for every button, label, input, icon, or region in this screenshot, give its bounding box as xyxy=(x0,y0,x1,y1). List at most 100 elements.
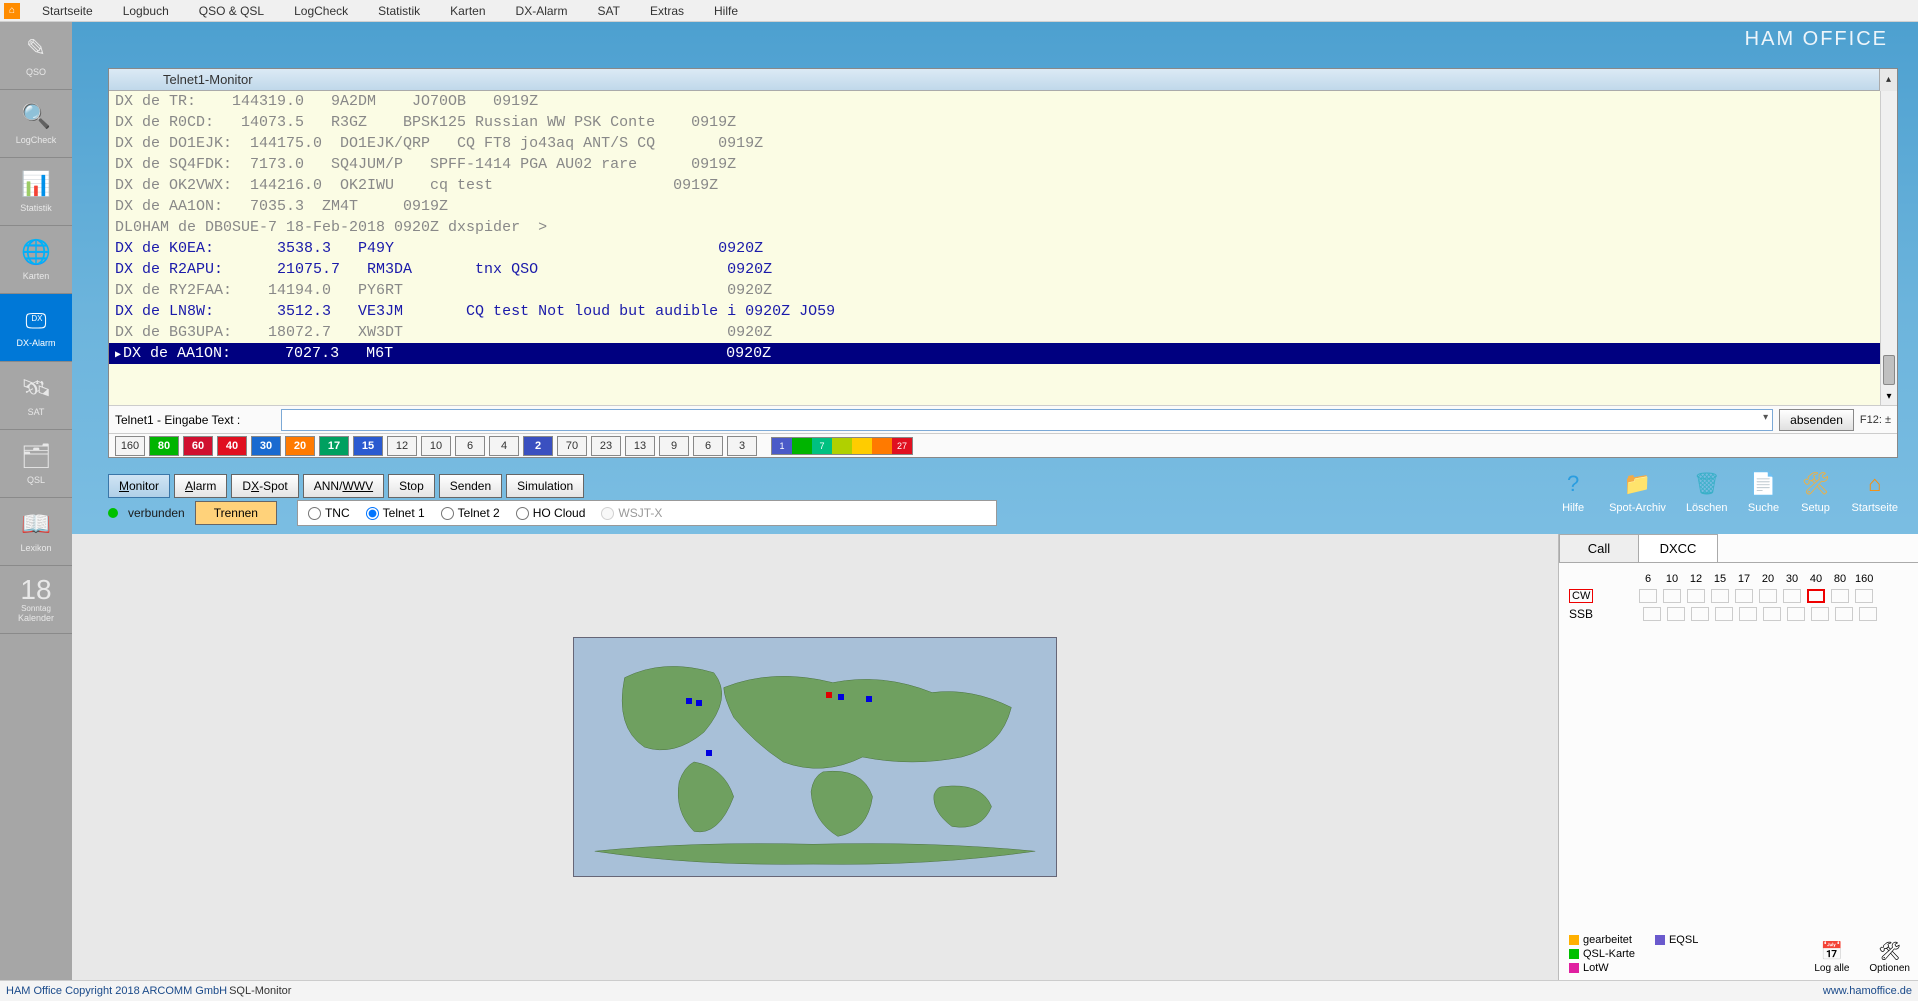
sidebar-item-statistik[interactable]: 📊 Statistik xyxy=(0,158,72,226)
band-button-13[interactable]: 13 xyxy=(625,436,655,456)
spotarchiv-action[interactable]: 📁Spot-Archiv xyxy=(1609,468,1666,514)
band-button-160[interactable]: 160 xyxy=(115,436,145,456)
band-button-10[interactable]: 10 xyxy=(421,436,451,456)
home-icon[interactable]: ⌂ xyxy=(4,3,20,19)
menu-logbuch[interactable]: Logbuch xyxy=(109,1,183,21)
band-button-30[interactable]: 30 xyxy=(251,436,281,456)
startseite-action[interactable]: ⌂Startseite xyxy=(1852,468,1898,514)
setup-action[interactable]: 🛠Setup xyxy=(1800,468,1832,514)
sidebar-item-dxalarm[interactable]: 🖵DX DX-Alarm xyxy=(0,294,72,362)
footer-url[interactable]: www.hamoffice.de xyxy=(1823,985,1912,997)
band-cell[interactable] xyxy=(1831,589,1849,603)
menu-extras[interactable]: Extras xyxy=(636,1,698,21)
band-button-80[interactable]: 80 xyxy=(149,436,179,456)
telnet-line[interactable]: DX de BG3UPA: 18072.7 XW3DT 0920Z xyxy=(109,322,1897,343)
menu-qso-qsl[interactable]: QSO & QSL xyxy=(185,1,278,21)
telnet-line[interactable]: DX de K0EA: 3538.3 P49Y 0920Z xyxy=(109,238,1897,259)
radio-telnet1[interactable]: Telnet 1 xyxy=(366,506,425,520)
world-map[interactable] xyxy=(573,637,1057,877)
monitor-button[interactable]: Monitor xyxy=(108,474,170,498)
telnet-line[interactable]: DX de AA1ON: 7027.3 M6T 0920Z xyxy=(109,343,1897,364)
band-cell[interactable] xyxy=(1835,607,1853,621)
dxspot-button[interactable]: DX-Spot xyxy=(231,474,298,498)
scrollbar-thumb[interactable] xyxy=(1883,355,1895,385)
menu-statistik[interactable]: Statistik xyxy=(364,1,434,21)
senden-button[interactable]: Senden xyxy=(439,474,502,498)
disconnect-button[interactable]: Trennen xyxy=(195,501,277,525)
sidebar-item-lexikon[interactable]: 📖 Lexikon xyxy=(0,498,72,566)
band-cell[interactable] xyxy=(1807,589,1825,603)
band-cell[interactable] xyxy=(1667,607,1685,621)
sidebar-item-sat[interactable]: 🛰 SAT xyxy=(0,362,72,430)
telnet-line[interactable]: DX de OK2VWX: 144216.0 OK2IWU cq test 09… xyxy=(109,175,1897,196)
band-button-23[interactable]: 23 xyxy=(591,436,621,456)
alarm-button[interactable]: Alarm xyxy=(174,474,227,498)
sidebar-item-qsl[interactable]: 🗂 QSL xyxy=(0,430,72,498)
band-cell[interactable] xyxy=(1715,607,1733,621)
radio-tnc[interactable]: TNC xyxy=(308,506,350,520)
scroll-up-icon[interactable]: ▴ xyxy=(1879,69,1897,91)
band-cell[interactable] xyxy=(1759,589,1777,603)
band-cell[interactable] xyxy=(1739,607,1757,621)
band-button-60[interactable]: 60 xyxy=(183,436,213,456)
telnet-line[interactable]: DX de SQ4FDK: 7173.0 SQ4JUM/P SPFF-1414 … xyxy=(109,154,1897,175)
tab-call[interactable]: Call xyxy=(1559,534,1639,562)
telnet-line[interactable]: DX de LN8W: 3512.3 VE3JM CQ test Not lou… xyxy=(109,301,1897,322)
band-button-15[interactable]: 15 xyxy=(353,436,383,456)
band-cell[interactable] xyxy=(1855,589,1873,603)
band-button-12[interactable]: 12 xyxy=(387,436,417,456)
band-button-9[interactable]: 9 xyxy=(659,436,689,456)
suche-action[interactable]: 📄Suche xyxy=(1748,468,1780,514)
tab-dxcc[interactable]: DXCC xyxy=(1638,534,1718,562)
band-button-6[interactable]: 6 xyxy=(693,436,723,456)
menu-dxalarm[interactable]: DX-Alarm xyxy=(502,1,582,21)
menu-karten[interactable]: Karten xyxy=(436,1,499,21)
band-button-17[interactable]: 17 xyxy=(319,436,349,456)
band-cell[interactable] xyxy=(1687,589,1705,603)
menu-sat[interactable]: SAT xyxy=(584,1,634,21)
optionen-button[interactable]: 🛠 Optionen xyxy=(1869,939,1910,974)
scrollbar[interactable]: ▾ xyxy=(1880,91,1897,405)
menu-logcheck[interactable]: LogCheck xyxy=(280,1,362,21)
stop-button[interactable]: Stop xyxy=(388,474,435,498)
radio-telnet2[interactable]: Telnet 2 xyxy=(441,506,500,520)
annwwv-button[interactable]: ANN/WWV xyxy=(303,474,384,498)
telnet-line[interactable]: DX de TR: 144319.0 9A2DM JO70OB 0919Z xyxy=(109,91,1897,112)
telnet-input-combo[interactable] xyxy=(281,409,1773,431)
sidebar-item-kalender[interactable]: 18 Sonntag Kalender xyxy=(0,566,72,634)
telnet-line[interactable]: DX de DO1EJK: 144175.0 DO1EJK/QRP CQ FT8… xyxy=(109,133,1897,154)
menu-hilfe[interactable]: Hilfe xyxy=(700,1,752,21)
band-button-40[interactable]: 40 xyxy=(217,436,247,456)
sidebar-item-karten[interactable]: 🌐 Karten xyxy=(0,226,72,294)
scroll-down-icon[interactable]: ▾ xyxy=(1881,388,1897,405)
band-button-20[interactable]: 20 xyxy=(285,436,315,456)
band-cell[interactable] xyxy=(1787,607,1805,621)
sidebar-item-logcheck[interactable]: 🔍 LogCheck xyxy=(0,90,72,158)
band-cell[interactable] xyxy=(1735,589,1753,603)
band-cell[interactable] xyxy=(1691,607,1709,621)
log-alle-button[interactable]: 📅 Log alle xyxy=(1814,939,1849,974)
band-cell[interactable] xyxy=(1763,607,1781,621)
band-button-6[interactable]: 6 xyxy=(455,436,485,456)
sidebar-item-qso[interactable]: ✎ QSO xyxy=(0,22,72,90)
telnet-line[interactable]: DL0HAM de DB0SUE-7 18-Feb-2018 0920Z dxs… xyxy=(109,217,1897,238)
band-cell[interactable] xyxy=(1859,607,1877,621)
lschen-action[interactable]: 🗑Löschen xyxy=(1686,468,1728,514)
band-cell[interactable] xyxy=(1663,589,1681,603)
band-button-3[interactable]: 3 xyxy=(727,436,757,456)
band-cell[interactable] xyxy=(1711,589,1729,603)
hilfe-action[interactable]: ?Hilfe xyxy=(1557,468,1589,514)
band-button-70[interactable]: 70 xyxy=(557,436,587,456)
simulation-button[interactable]: Simulation xyxy=(506,474,584,498)
band-cell[interactable] xyxy=(1811,607,1829,621)
telnet-line[interactable]: DX de RY2FAA: 14194.0 PY6RT 0920Z xyxy=(109,280,1897,301)
telnet-line[interactable]: DX de R0CD: 14073.5 R3GZ BPSK125 Russian… xyxy=(109,112,1897,133)
telnet-line[interactable]: DX de R2APU: 21075.7 RM3DA tnx QSO 0920Z xyxy=(109,259,1897,280)
telnet-body[interactable]: DX de TR: 144319.0 9A2DM JO70OB 0919ZDX … xyxy=(109,91,1897,405)
send-button[interactable]: absenden xyxy=(1779,409,1854,431)
band-cell[interactable] xyxy=(1643,607,1661,621)
band-cell[interactable] xyxy=(1783,589,1801,603)
band-cell[interactable] xyxy=(1639,589,1657,603)
band-button-4[interactable]: 4 xyxy=(489,436,519,456)
radio-hocloud[interactable]: HO Cloud xyxy=(516,506,586,520)
